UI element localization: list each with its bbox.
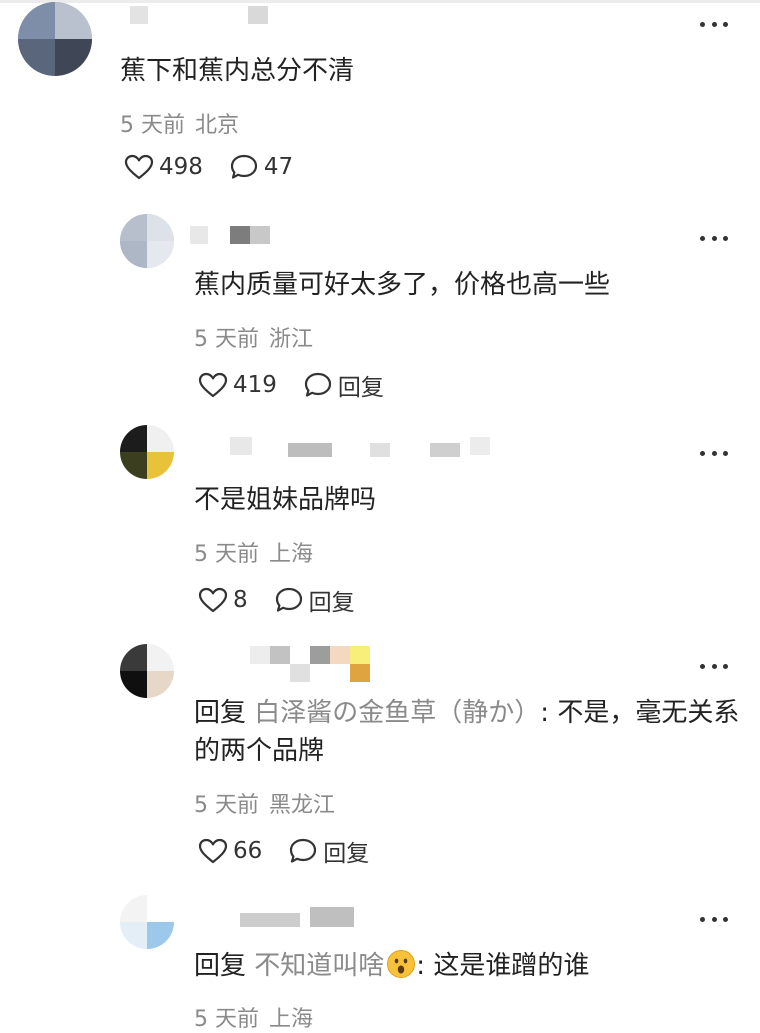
comment-meta: 5 天前 浙江 <box>194 321 313 353</box>
reply-item: 回复 白泽酱の金鱼草（静か）: 不是，毫无关系的两个品牌 5 天前 黑龙江 66 … <box>0 630 760 885</box>
like-button[interactable]: 8 <box>198 587 248 613</box>
reply-prefix: 回复 <box>194 698 247 728</box>
like-button[interactable]: 419 <box>198 372 277 398</box>
comment-text: 蕉内质量可好太多了，价格也高一些 <box>194 270 611 300</box>
more-options-icon[interactable] <box>700 662 728 670</box>
reply-label: 回复 <box>323 841 370 867</box>
like-count: 498 <box>159 154 203 180</box>
heart-icon <box>124 154 154 180</box>
reply-target-username[interactable]: 白泽酱の金鱼草（静か） <box>254 698 540 728</box>
heart-icon <box>198 838 228 864</box>
comment-actions: 66 回复 <box>198 834 369 868</box>
reply-prefix: 回复 <box>194 951 247 981</box>
reply-target-username[interactable]: 不知道叫啥 <box>254 950 416 981</box>
username-blurred[interactable] <box>130 6 270 24</box>
comment-bubble-icon <box>304 372 332 397</box>
username-blurred[interactable] <box>190 437 490 457</box>
comment-time: 5 天前 <box>194 327 259 352</box>
comment-actions: 8 回复 <box>198 583 355 617</box>
comment-text: 不是姐妹品牌吗 <box>194 485 377 515</box>
like-button[interactable]: 66 <box>198 838 262 864</box>
comment-location: 上海 <box>269 542 314 567</box>
avatar[interactable] <box>18 2 92 76</box>
comment-actions: 419 回复 <box>198 368 384 402</box>
comment-time: 5 天前 <box>194 1007 259 1032</box>
like-count: 419 <box>233 372 277 398</box>
reply-item: 不是姐妹品牌吗 5 天前 上海 8 回复 <box>0 415 760 630</box>
comment-meta: 5 天前 黑龙江 <box>194 787 335 819</box>
like-button[interactable]: 498 <box>124 154 203 180</box>
comment-meta: 5 天前 北京 <box>120 107 239 139</box>
reply-count-button[interactable]: 47 <box>229 153 293 181</box>
comment-bubble-icon <box>290 838 317 863</box>
comment-time: 5 天前 <box>120 113 185 138</box>
heart-icon <box>198 372 228 398</box>
comment-text: 回复 白泽酱の金鱼草（静か）: 不是，毫无关系的两个品牌 <box>194 694 744 770</box>
reply-button[interactable]: 回复 <box>288 834 369 868</box>
reply-label: 回复 <box>337 375 384 401</box>
comment-bubble-icon <box>230 154 258 179</box>
comment-location: 浙江 <box>269 327 314 352</box>
like-count: 8 <box>233 587 248 613</box>
username-blurred[interactable] <box>250 646 380 682</box>
avatar[interactable] <box>120 895 174 949</box>
like-count: 66 <box>233 838 263 864</box>
comment-meta: 5 天前 上海 <box>194 1001 313 1033</box>
reply-button[interactable]: 回复 <box>303 368 384 402</box>
reply-count: 47 <box>263 154 294 180</box>
avatar[interactable] <box>120 214 174 268</box>
comment-time: 5 天前 <box>194 793 259 818</box>
avatar[interactable] <box>120 425 174 479</box>
more-options-icon[interactable] <box>700 20 728 28</box>
surprised-face-emoji-icon <box>387 950 416 978</box>
reply-label: 回复 <box>308 590 355 616</box>
comment-text: 回复 不知道叫啥: 这是谁蹭的谁 <box>194 947 589 985</box>
comment-location: 北京 <box>195 113 240 138</box>
reply-item: 蕉内质量可好太多了，价格也高一些 5 天前 浙江 419 回复 <box>0 200 760 415</box>
comment-text: 蕉下和蕉内总分不清 <box>120 56 355 86</box>
username-blurred[interactable] <box>200 907 360 927</box>
more-options-icon[interactable] <box>700 234 728 242</box>
comment-body: : 这是谁蹭的谁 <box>416 951 590 981</box>
comment-meta: 5 天前 上海 <box>194 536 313 568</box>
reply-item: 回复 不知道叫啥: 这是谁蹭的谁 5 天前 上海 <box>0 885 760 1032</box>
heart-icon <box>198 587 228 613</box>
comment-location: 上海 <box>269 1007 314 1032</box>
reply-button[interactable]: 回复 <box>274 583 355 617</box>
comment-location: 黑龙江 <box>269 793 336 818</box>
comment-bubble-icon <box>275 587 302 612</box>
comment-time: 5 天前 <box>194 542 259 567</box>
comment-actions: 498 47 <box>124 153 293 181</box>
username-blurred[interactable] <box>190 226 280 244</box>
more-options-icon[interactable] <box>700 915 728 923</box>
more-options-icon[interactable] <box>700 449 728 457</box>
comment-item: 蕉下和蕉内总分不清 5 天前 北京 498 47 <box>0 0 760 200</box>
avatar[interactable] <box>120 644 174 698</box>
